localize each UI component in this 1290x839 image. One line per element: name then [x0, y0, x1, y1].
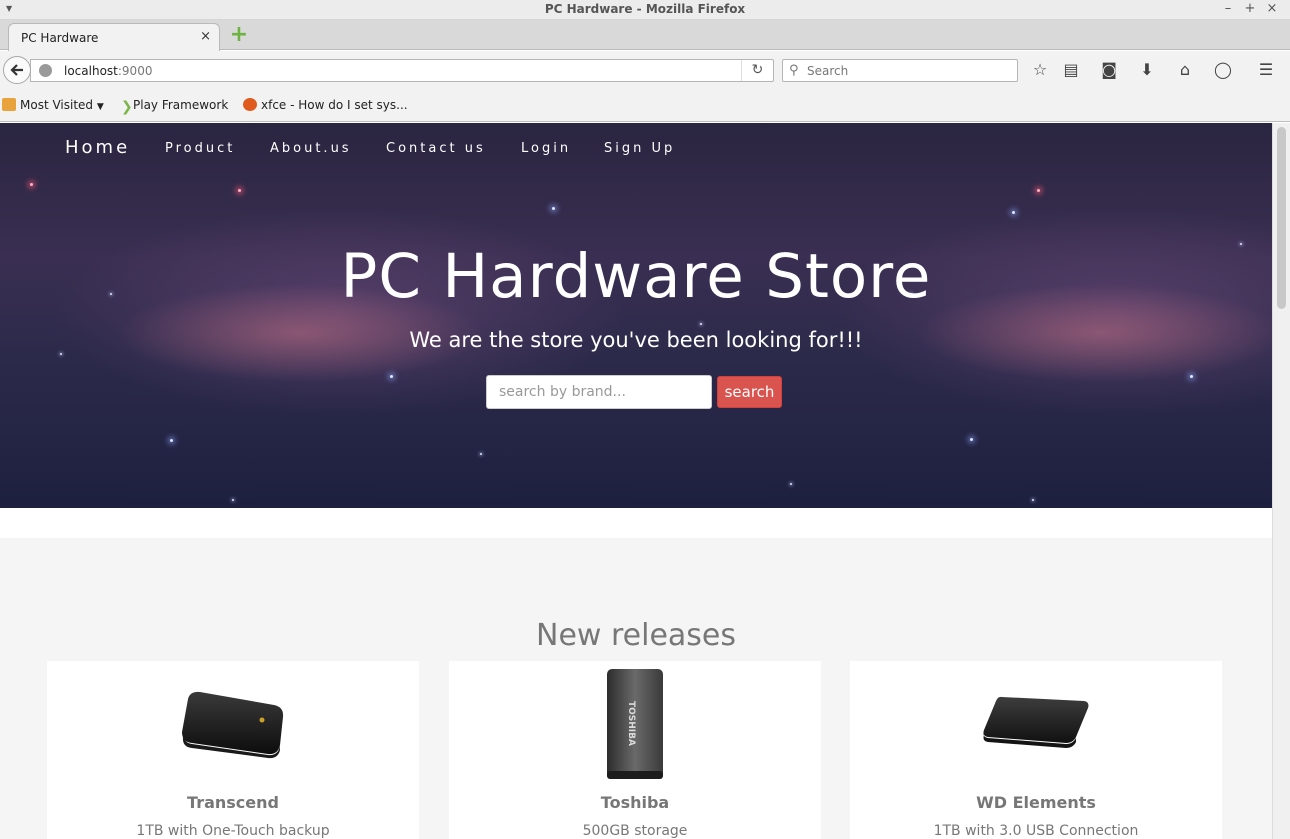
star-decoration — [480, 453, 482, 455]
product-name: Transcend — [187, 793, 279, 812]
back-button[interactable] — [3, 56, 31, 84]
wd-elements-drive-image — [983, 696, 1089, 748]
url-host: localhost — [64, 64, 118, 78]
star-decoration — [60, 353, 62, 355]
star-decoration — [700, 323, 702, 325]
product-name: Toshiba — [600, 793, 670, 812]
product-description: 500GB storage — [582, 823, 688, 839]
url-port: :9000 — [117, 64, 153, 78]
search-bar[interactable]: ⚲ Search — [782, 59, 1018, 82]
product-card-toshiba[interactable]: TOSHIBA Toshiba 500GB storage — [449, 661, 821, 839]
section-divider — [0, 508, 1272, 538]
reload-icon[interactable]: ↻ — [741, 60, 773, 81]
bookmark-label: Most Visited — [20, 98, 94, 112]
folder-icon — [2, 98, 16, 111]
star-decoration — [238, 189, 241, 192]
product-card-transcend[interactable]: Transcend 1TB with One-Touch backup — [47, 661, 419, 839]
bookmarks-toolbar: Most Visited ▼ ❯Play Framework xfce - Ho… — [0, 89, 1290, 122]
bookmark-star-icon[interactable]: ☆ — [1030, 60, 1050, 80]
new-releases-title: New releases — [536, 618, 736, 653]
window-title: PC Hardware - Mozilla Firefox — [544, 2, 746, 16]
page-viewport: Home Product About.us Contact us Login S… — [0, 123, 1272, 839]
star-decoration — [30, 183, 33, 186]
transcend-drive-image — [182, 691, 284, 759]
nav-login-link[interactable]: Login — [521, 141, 571, 156]
site-identity-icon[interactable] — [39, 64, 52, 77]
nav-contact-link[interactable]: Contact us — [386, 141, 486, 156]
url-text: localhost:9000 — [64, 64, 152, 78]
product-name: WD Elements — [976, 793, 1096, 812]
hamburger-menu-icon[interactable]: ☰ — [1256, 60, 1276, 80]
star-decoration — [232, 499, 234, 501]
toshiba-logo-text: TOSHIBA — [626, 701, 636, 746]
close-tab-icon[interactable]: × — [200, 29, 211, 44]
star-decoration — [1190, 375, 1193, 378]
home-icon[interactable]: ⌂ — [1175, 60, 1195, 80]
new-tab-icon[interactable]: + — [229, 24, 249, 46]
chevron-down-icon: ▼ — [96, 102, 104, 112]
maximize-button[interactable]: + — [1243, 1, 1257, 16]
back-arrow-icon — [10, 64, 23, 76]
brand-search-input[interactable] — [486, 375, 712, 409]
nav-product-link[interactable]: Product — [165, 141, 235, 156]
nav-home-link[interactable]: Home — [65, 137, 130, 158]
nav-about-link[interactable]: About.us — [270, 141, 352, 156]
chat-icon[interactable]: ◯ — [1213, 60, 1233, 80]
ask-icon — [243, 98, 257, 111]
star-decoration — [1012, 211, 1015, 214]
minimize-button[interactable]: – — [1221, 1, 1235, 16]
product-card-wd-elements[interactable]: WD Elements 1TB with 3.0 USB Connection — [850, 661, 1222, 839]
window-titlebar: ▼ PC Hardware - Mozilla Firefox – + × — [0, 0, 1290, 20]
page-scrollbar[interactable] — [1272, 123, 1290, 839]
star-decoration — [970, 438, 973, 441]
star-decoration — [552, 207, 555, 210]
product-description: 1TB with One-Touch backup — [136, 823, 330, 839]
navigation-toolbar: localhost:9000 ↻ ⚲ Search ☆ ▤ ◙ ⬇ ⌂ ◯ ☰ — [0, 51, 1290, 89]
search-button[interactable]: search — [717, 376, 782, 408]
pocket-icon[interactable]: ◙ — [1099, 60, 1119, 80]
star-decoration — [1037, 189, 1040, 192]
bookmark-label: Play Framework — [133, 98, 229, 112]
star-decoration — [1032, 499, 1034, 501]
url-bar[interactable]: localhost:9000 ↻ — [30, 59, 774, 82]
product-description: 1TB with 3.0 USB Connection — [933, 823, 1139, 839]
close-window-button[interactable]: × — [1265, 1, 1279, 16]
tab-label: PC Hardware — [21, 31, 99, 45]
bookmark-most-visited[interactable]: Most Visited ▼ — [2, 98, 104, 112]
toshiba-drive-image: TOSHIBA — [607, 669, 663, 779]
downloads-icon[interactable]: ⬇ — [1137, 60, 1157, 80]
star-decoration — [390, 375, 393, 378]
play-icon: ❯ — [121, 99, 133, 115]
search-placeholder: Search — [807, 64, 849, 78]
nav-signup-link[interactable]: Sign Up — [604, 141, 675, 156]
hero-banner: Home Product About.us Contact us Login S… — [0, 123, 1272, 508]
star-decoration — [790, 483, 792, 485]
hero-title: PC Hardware Store — [340, 241, 932, 312]
bookmark-play-framework[interactable]: ❯Play Framework — [121, 98, 228, 114]
scrollbar-thumb[interactable] — [1277, 127, 1286, 309]
tab-pc-hardware[interactable]: PC Hardware × — [8, 23, 220, 51]
tab-strip: PC Hardware × + — [0, 20, 1290, 51]
bookmark-xfce[interactable]: xfce - How do I set sys... — [243, 98, 408, 112]
bookmark-label: xfce - How do I set sys... — [261, 98, 408, 112]
reading-list-icon[interactable]: ▤ — [1061, 60, 1081, 80]
hero-subtitle: We are the store you've been looking for… — [409, 328, 863, 352]
search-icon: ⚲ — [789, 63, 799, 78]
star-decoration — [170, 439, 173, 442]
